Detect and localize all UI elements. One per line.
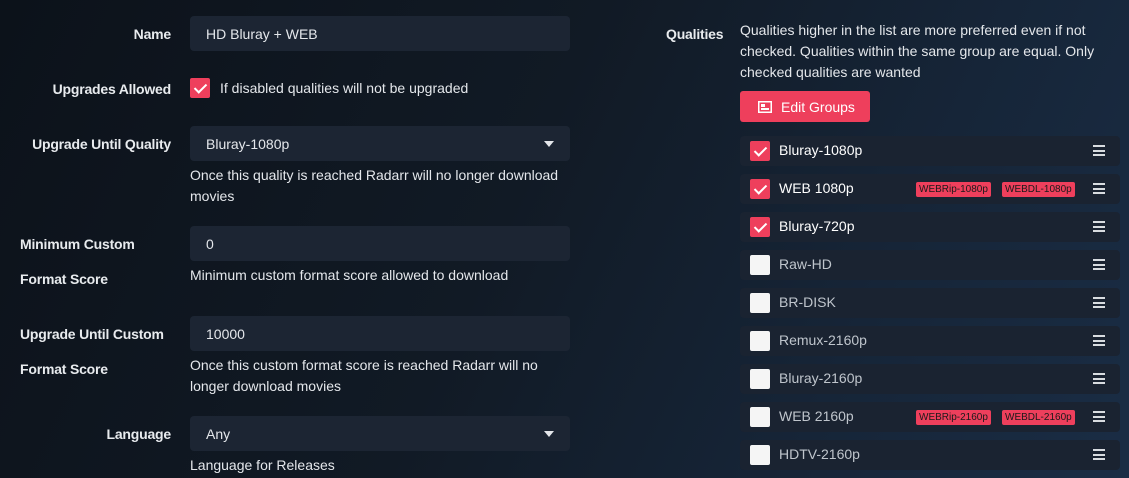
edit-groups-button[interactable]: Edit Groups — [740, 91, 870, 122]
quality-name: WEB 1080p — [779, 180, 854, 196]
quality-checkbox[interactable] — [750, 179, 770, 199]
minimum-custom-format-score-label-line1: Minimum Custom — [20, 236, 135, 252]
quality-checkbox[interactable] — [750, 217, 770, 237]
quality-row[interactable]: Remux-2160p — [740, 326, 1120, 356]
language-value: Any — [206, 425, 231, 442]
quality-checkbox[interactable] — [750, 369, 770, 389]
drag-handle-icon[interactable] — [1093, 297, 1105, 308]
quality-row[interactable]: Raw-HD — [740, 250, 1120, 280]
quality-row[interactable]: BR-DISK — [740, 288, 1120, 318]
drag-handle-icon[interactable] — [1093, 221, 1105, 232]
chevron-down-icon — [544, 141, 554, 147]
quality-name: HDTV-2160p — [779, 446, 860, 462]
upgrades-allowed-label: Upgrades Allowed — [52, 81, 172, 97]
upgrade-until-custom-format-score-label-line1: Upgrade Until Custom — [20, 326, 164, 342]
drag-handle-icon[interactable] — [1093, 449, 1105, 460]
upgrades-allowed-checkbox[interactable] — [190, 78, 210, 98]
minimum-custom-format-score-help: Minimum custom format score allowed to d… — [190, 267, 509, 283]
drag-handle-icon[interactable] — [1093, 259, 1105, 270]
edit-groups-label: Edit Groups — [781, 98, 855, 115]
upgrade-until-quality-select[interactable]: Bluray-1080p — [190, 126, 570, 161]
upgrade-until-custom-format-score-label-line2: Format Score — [20, 361, 108, 377]
quality-name: Bluray-2160p — [779, 370, 863, 386]
quality-tag: WEBDL-1080p — [1002, 182, 1075, 197]
quality-checkbox[interactable] — [750, 293, 770, 313]
drag-handle-icon[interactable] — [1093, 145, 1105, 156]
qualities-label: Qualities — [666, 26, 724, 42]
language-label: Language — [106, 426, 171, 442]
minimum-custom-format-score-input[interactable]: 0 — [190, 226, 570, 261]
quality-name: WEB 2160p — [779, 408, 854, 424]
quality-checkbox[interactable] — [750, 141, 770, 161]
upgrade-until-quality-value: Bluray-1080p — [206, 135, 290, 152]
upgrade-until-quality-label: Upgrade Until Quality — [32, 136, 171, 152]
upgrade-until-custom-format-score-value: 10000 — [206, 325, 245, 342]
quality-checkbox[interactable] — [750, 255, 770, 275]
edit-groups-icon — [758, 100, 772, 113]
language-select[interactable]: Any — [190, 416, 570, 451]
quality-checkbox[interactable] — [750, 445, 770, 465]
quality-name: Bluray-720p — [779, 218, 855, 234]
quality-row[interactable]: Bluray-1080p — [740, 136, 1120, 166]
quality-row[interactable]: WEB 2160p WEBRip-2160p WEBDL-2160p — [740, 402, 1120, 432]
quality-checkbox[interactable] — [750, 331, 770, 351]
quality-tag: WEBRip-1080p — [916, 182, 991, 197]
drag-handle-icon[interactable] — [1093, 373, 1105, 384]
quality-row[interactable]: HDTV-2160p — [740, 440, 1120, 470]
quality-name: Raw-HD — [779, 256, 832, 272]
upgrade-until-quality-help: Once this quality is reached Radarr will… — [190, 167, 559, 204]
chevron-down-icon — [544, 431, 554, 437]
drag-handle-icon[interactable] — [1093, 411, 1105, 422]
minimum-custom-format-score-label-line2: Format Score — [20, 271, 108, 287]
upgrade-until-custom-format-score-input[interactable]: 10000 — [190, 316, 570, 351]
upgrade-until-custom-format-score-help: Once this custom format score is reached… — [190, 357, 538, 394]
quality-tag: WEBRip-2160p — [916, 410, 991, 425]
minimum-custom-format-score-value: 0 — [206, 235, 214, 252]
upgrades-allowed-help: If disabled qualities will not be upgrad… — [220, 80, 469, 96]
drag-handle-icon[interactable] — [1093, 183, 1105, 194]
drag-handle-icon[interactable] — [1093, 335, 1105, 346]
quality-name: BR-DISK — [779, 294, 836, 310]
quality-row[interactable]: Bluray-2160p — [740, 364, 1120, 394]
qualities-help: Qualities higher in the list are more pr… — [740, 22, 1095, 80]
quality-name: Remux-2160p — [779, 332, 867, 348]
quality-name: Bluray-1080p — [779, 142, 863, 158]
name-input[interactable]: HD Bluray + WEB — [190, 16, 570, 51]
quality-tag: WEBDL-2160p — [1002, 410, 1075, 425]
name-input-value: HD Bluray + WEB — [206, 25, 318, 42]
quality-row[interactable]: WEB 1080p WEBRip-1080p WEBDL-1080p — [740, 174, 1120, 204]
name-label: Name — [133, 26, 172, 42]
quality-checkbox[interactable] — [750, 407, 770, 427]
language-help: Language for Releases — [190, 457, 335, 473]
quality-row[interactable]: Bluray-720p — [740, 212, 1120, 242]
